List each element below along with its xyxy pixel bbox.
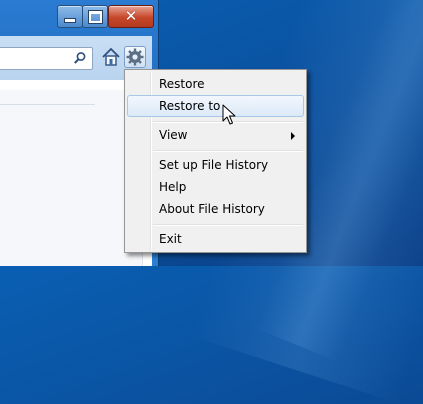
home-icon[interactable] — [101, 46, 121, 68]
menu-separator — [153, 224, 303, 226]
menu-item-set-up-file-history[interactable]: Set up File History — [127, 154, 304, 176]
minimize-icon — [64, 18, 76, 23]
menu-item-help[interactable]: Help — [127, 176, 304, 198]
settings-button[interactable] — [124, 46, 146, 68]
mouse-cursor-icon — [222, 104, 236, 125]
menu-item-restore[interactable]: Restore — [127, 73, 304, 95]
close-icon: ✕ — [124, 7, 138, 25]
search-icon[interactable] — [73, 51, 87, 65]
menu-item-view[interactable]: View — [127, 124, 304, 146]
menu-item-label: Restore — [159, 77, 205, 91]
menu-item-label: Exit — [159, 232, 182, 246]
chevron-right-icon — [291, 132, 295, 140]
menu-item-label: View — [159, 128, 188, 142]
menu-item-label: Restore to — [159, 99, 221, 113]
menu-item-label: About File History — [159, 202, 265, 216]
menu-item-exit[interactable]: Exit — [127, 228, 304, 250]
menu-item-about-file-history[interactable]: About File History — [127, 198, 304, 220]
menu-item-label: Help — [159, 180, 187, 194]
menu-separator — [153, 150, 303, 152]
maximize-icon — [87, 9, 103, 24]
divider — [0, 104, 95, 105]
gear-icon — [126, 48, 144, 66]
menu-item-label: Set up File History — [159, 158, 269, 172]
content-panel — [0, 90, 143, 266]
minimize-button[interactable] — [57, 5, 83, 28]
settings-context-menu: Restore Restore to View Set up File Hist… — [124, 69, 307, 253]
close-button[interactable]: ✕ — [108, 5, 154, 28]
menu-item-restore-to[interactable]: Restore to — [127, 95, 304, 117]
maximize-button[interactable] — [82, 5, 108, 28]
search-input[interactable] — [0, 47, 93, 70]
